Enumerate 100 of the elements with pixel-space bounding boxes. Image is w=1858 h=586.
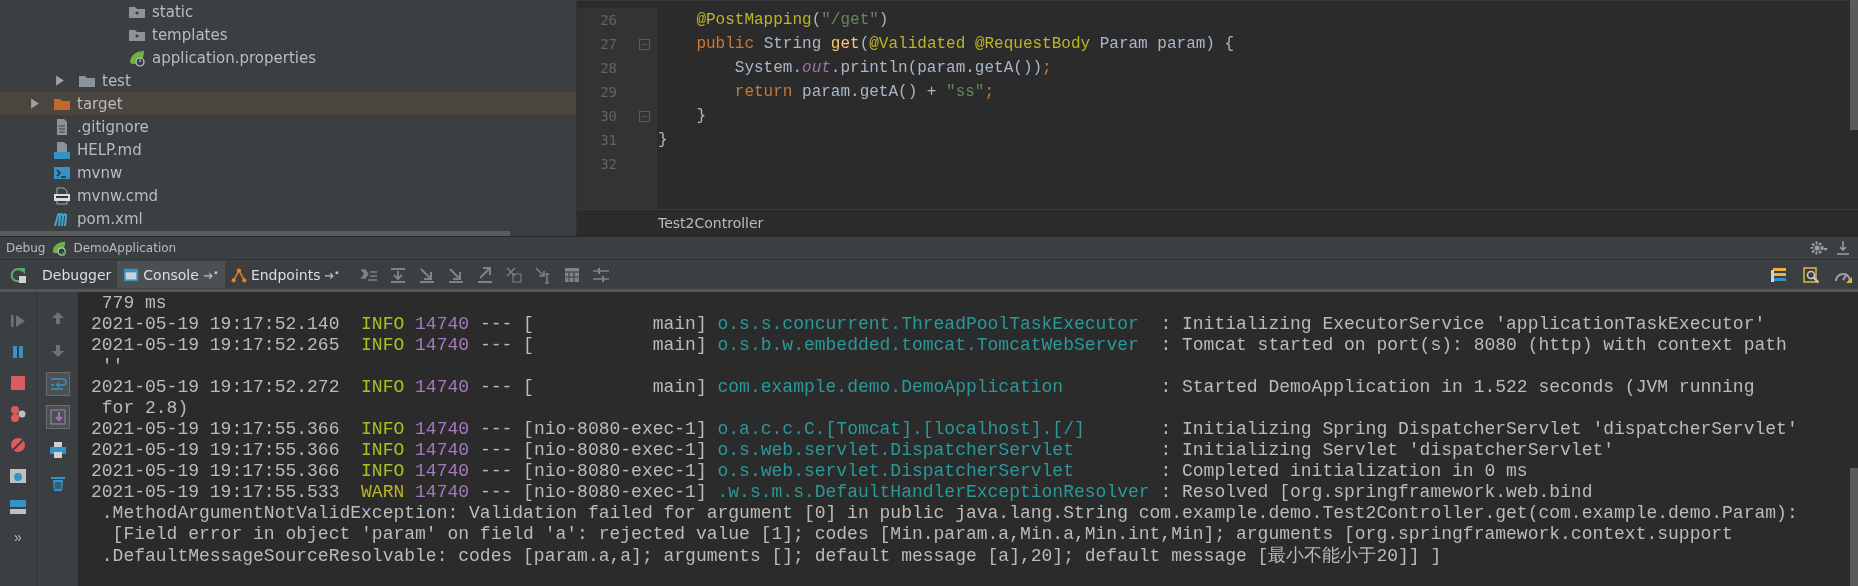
code-token: } [695,107,706,125]
log-separator: --- [479,439,513,460]
more-button[interactable]: » [14,529,22,545]
log-timestamp: 2021-05-19 19:17:55.366 [91,418,340,439]
log-message: : Tomcat started on port(s): 8080 (http) with context path [1160,334,1787,355]
step-into-icon[interactable] [418,265,437,284]
code-token: .println(param.getA()) [830,59,1043,77]
tree-item[interactable]: .gitignore [0,115,576,138]
log-level: INFO [361,460,405,481]
thread-name: [nio-8080-exec-1] [523,481,707,502]
log-message: : Resolved [org.springframework.web.bind [1160,481,1593,502]
log-separator: --- [479,313,513,334]
camera-icon[interactable] [9,467,27,485]
code-token: return [733,83,794,101]
tree-item[interactable]: target [0,92,576,115]
markdown-file-icon [53,140,71,159]
expand-arrow-icon [53,73,67,88]
log-separator: --- [479,334,513,355]
run-config-tab[interactable]: DemoApplication [73,241,177,255]
logger-name: .w.s.m.s.DefaultHandlerExceptionResolver [717,481,1151,502]
panel-tab[interactable]: Endpoints [224,261,347,288]
log-timestamp: 2021-05-19 19:17:52.140 [91,313,340,334]
tree-item[interactable]: mvnw.cmd [0,184,576,207]
drop-frame-icon[interactable] [505,265,524,284]
tree-item[interactable]: test [0,69,576,92]
console-text: '' [100,355,124,376]
breadcrumb[interactable]: Test2Controller [658,215,764,231]
code-token: param.getA() + [802,83,938,101]
code-token: ( [811,11,822,29]
minimize-icon[interactable] [1834,239,1852,257]
mute-breakpoints-icon[interactable] [9,436,27,454]
fold-marker-icon[interactable] [639,38,650,50]
layout-icon[interactable] [9,498,27,516]
panel-tab[interactable]: Debugger [36,261,118,288]
scrollbar-thumb[interactable] [1850,468,1858,586]
thread-name: [nio-8080-exec-1] [523,418,707,439]
resume-icon[interactable] [9,312,27,330]
log-message: : Completed initialization in 0 ms [1160,460,1528,481]
breakpoints-icon[interactable] [9,405,27,423]
code-token: "ss" [946,83,985,101]
code-token: get [830,35,860,53]
scroll-to-end-icon [48,408,67,426]
process-id: 14740 [415,313,470,334]
log-level: INFO [361,376,405,397]
code-token: Param param) { [1098,35,1235,53]
tree-item[interactable]: pom.xml [0,207,576,230]
soft-wrap-icon [48,375,67,393]
fold-marker-icon[interactable] [639,110,650,122]
log-timestamp: 2021-05-19 19:17:52.272 [91,376,340,397]
magnifier-document-icon[interactable] [1802,265,1820,284]
log-message: : Initializing Servlet 'dispatcherServlet' [1160,439,1615,460]
process-id: 14740 [415,481,470,502]
toggle-button[interactable] [45,372,70,396]
log-separator: --- [479,460,513,481]
panel-tab[interactable]: Console [117,261,225,288]
log-message: : Initializing ExecutorService 'applicationTaskExecutor' [1160,313,1766,334]
tree-item[interactable]: application.properties [0,46,576,69]
log-timestamp: 2021-05-19 19:17:55.366 [91,460,340,481]
logger-name: o.s.web.servlet.DispatcherServlet [717,439,1075,460]
logger-name: o.a.c.c.C.[Tomcat].[localhost].[/] [717,418,1086,439]
toggle-button[interactable] [45,405,70,429]
code-token: public [695,35,755,53]
step-out-icon[interactable] [476,265,495,284]
tree-item[interactable]: static [0,0,576,23]
log-timestamp: 2021-05-19 19:17:55.533 [91,481,340,502]
tree-item[interactable]: templates [0,23,576,46]
cmd-file-icon [53,186,71,205]
console-text: [Field error in object 'param' on field 'a': rejected value [1]; codes [Min.param.a,Min.a,Min.int,Min]; arguments [org.springframework.context.support [111,523,1733,544]
settings-icon[interactable] [1810,239,1828,257]
process-id: 14740 [415,439,470,460]
tree-item[interactable]: mvnw [0,161,576,184]
process-id: 14740 [415,460,470,481]
code-token: @Validated [869,35,967,53]
log-level: WARN [361,481,405,502]
log-separator: --- [479,376,513,397]
console-text: .DefaultMessageSourceResolvable: codes [param.a,a]; arguments []; default message [a],20]; default message [最小不能小于20]] ] [100,544,1442,567]
stop-icon[interactable] [9,374,27,392]
scrollbar-thumb[interactable] [0,231,510,236]
process-id: 14740 [415,376,470,397]
step-over-icon[interactable] [389,265,408,284]
code-token: System. [733,59,803,77]
logger-name: o.s.b.w.embedded.tomcat.TomcatWebServer [717,334,1140,355]
thread-name: [ main] [523,376,707,397]
process-id: 14740 [415,418,470,439]
logger-name: o.s.s.concurrent.ThreadPoolTaskExecutor [717,313,1140,334]
logger-name: o.s.web.servlet.DispatcherServlet [717,460,1075,481]
log-separator: --- [479,481,513,502]
calculator-icon[interactable] [563,265,582,284]
stack-icon[interactable] [1770,265,1788,284]
tree-item[interactable]: HELP.md [0,138,576,161]
panel-title: Debug [6,241,46,255]
scrollbar-thumb[interactable] [1850,0,1858,130]
process-id: 14740 [415,334,470,355]
step-into-icon[interactable] [447,265,466,284]
leaf-icon [128,48,146,67]
code-token: ( [859,35,870,53]
rerun-icon[interactable] [9,265,27,284]
sliders-icon[interactable] [592,265,611,284]
log-message: : Initializing Spring DispatcherServlet 'dispatcherServlet' [1160,418,1798,439]
log-level: INFO [361,439,405,460]
